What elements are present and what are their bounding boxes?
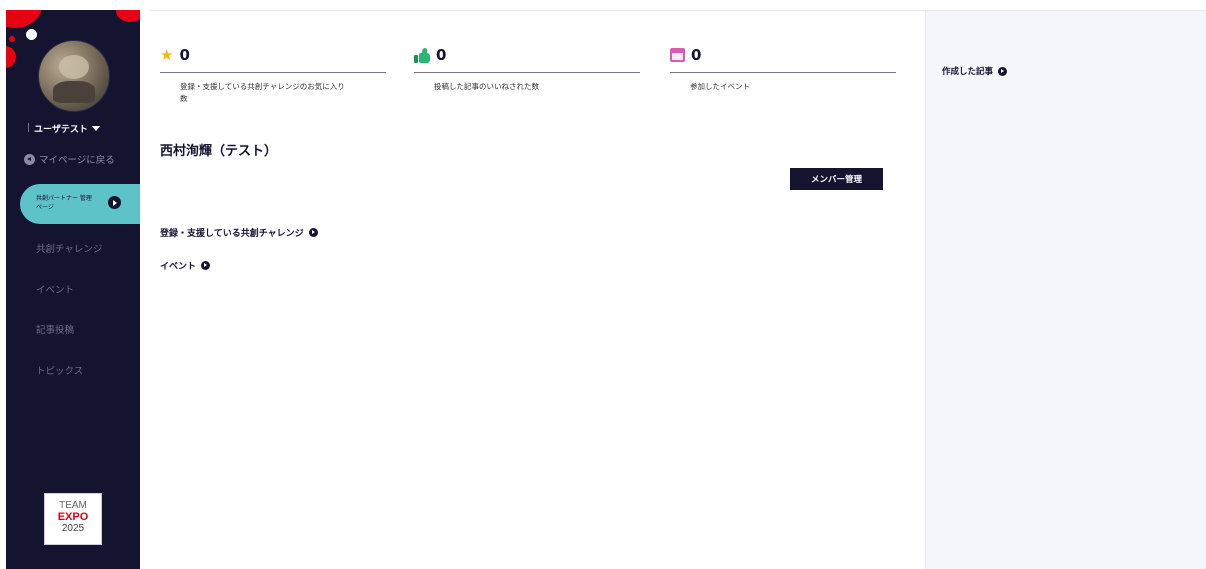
stat-favorite-challenges: ★ 0 登録・支援している共創チャレンジのお気に入り数 — [160, 46, 386, 105]
stat-label: 登録・支援している共創チャレンジのお気に入り数 — [180, 82, 345, 103]
arrow-right-circle-icon — [108, 196, 121, 209]
sidebar-item-challenges[interactable]: 共創チャレンジ — [36, 241, 102, 255]
arrow-right-circle-icon — [998, 66, 1008, 76]
decorative-red-blob — [116, 10, 140, 22]
decorative-white-dot — [26, 29, 37, 40]
arrow-right-circle-icon — [201, 261, 211, 270]
stat-value: 0 — [179, 46, 190, 64]
right-panel: 作成した記事 — [925, 11, 1206, 569]
sidebar-item-partner-admin[interactable]: 共創パートナー 管理ページ — [20, 184, 140, 224]
calendar-icon — [670, 48, 685, 62]
thumbs-up-icon — [414, 46, 430, 63]
stat-events-joined: 0 参加したイベント — [670, 46, 896, 93]
arrow-left-circle-icon — [24, 153, 35, 165]
page-title: 西村洵輝（テスト） — [160, 144, 278, 159]
divider — [670, 72, 896, 73]
user-menu[interactable]: ユーザテスト — [28, 122, 100, 135]
decorative-red-blob — [6, 10, 42, 28]
created-articles-link[interactable]: 作成した記事 — [942, 65, 1008, 77]
decorative-red-blob — [9, 36, 15, 42]
avatar[interactable] — [38, 40, 110, 112]
stat-value: 0 — [436, 46, 447, 64]
star-icon: ★ — [160, 45, 174, 64]
right-panel-title: 作成した記事 — [942, 67, 994, 77]
stat-article-likes: 0 投稿した記事のいいねされた数 — [414, 46, 640, 93]
sidebar: ユーザテスト マイページに戻る 共創パートナー 管理ページ 共創チャレンジ イベ… — [6, 10, 140, 569]
stat-label: 投稿した記事のいいねされた数 — [434, 82, 539, 91]
sidebar-item-events[interactable]: イベント — [36, 282, 74, 296]
back-to-mypage-link[interactable]: マイページに戻る — [24, 152, 115, 166]
user-name: ユーザテスト — [34, 125, 88, 135]
section-link-label: 登録・支援している共創チャレンジ — [160, 229, 304, 239]
section-link-events[interactable]: イベント — [160, 259, 211, 272]
divider — [414, 72, 640, 73]
stat-value: 0 — [691, 46, 702, 64]
arrow-right-circle-icon — [308, 228, 318, 237]
decorative-red-blob — [6, 46, 16, 68]
caret-down-icon — [91, 126, 100, 131]
section-link-challenges[interactable]: 登録・支援している共創チャレンジ — [160, 226, 318, 239]
stat-label: 参加したイベント — [690, 82, 750, 91]
sidebar-item-post-article[interactable]: 記事投稿 — [36, 322, 74, 336]
sidebar-item-label: 共創パートナー 管理ページ — [36, 195, 92, 211]
section-link-label: イベント — [160, 262, 197, 272]
sidebar-item-topics[interactable]: トピックス — [36, 363, 83, 377]
member-management-button[interactable]: メンバー管理 — [790, 168, 883, 190]
team-expo-logo: TEAM EXPO 2025 — [44, 493, 102, 545]
divider — [160, 72, 386, 73]
back-link-label: マイページに戻る — [39, 155, 115, 166]
